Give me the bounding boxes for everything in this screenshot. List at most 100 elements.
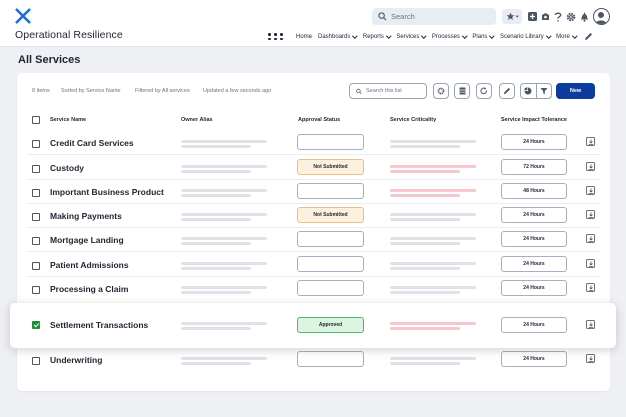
owner-alias-placeholder bbox=[181, 242, 251, 245]
nav-services[interactable]: Services bbox=[396, 33, 427, 40]
column-approval-status[interactable]: Approval Status bbox=[298, 117, 340, 123]
service-name-link[interactable]: Settlement Transactions bbox=[50, 320, 148, 330]
favorites-button[interactable] bbox=[502, 9, 522, 24]
impact-tolerance-value: 48 Hours bbox=[501, 183, 567, 199]
criticality-placeholder bbox=[390, 218, 460, 221]
item-count: 8 items bbox=[32, 88, 50, 94]
owner-alias-placeholder bbox=[181, 170, 251, 173]
row-action-button[interactable] bbox=[586, 162, 595, 171]
table-row[interactable]: Making Payments Not Submitted 24 Hours bbox=[17, 204, 610, 228]
list-search[interactable] bbox=[349, 83, 427, 99]
app-launcher-icon[interactable] bbox=[268, 33, 284, 40]
help-button[interactable] bbox=[553, 9, 563, 24]
nav-scenario-library[interactable]: Scenario Library bbox=[499, 33, 551, 40]
owner-alias-placeholder bbox=[181, 322, 267, 325]
row-action-button[interactable] bbox=[586, 320, 595, 329]
download-icon bbox=[588, 164, 593, 170]
nav-home[interactable]: Home bbox=[296, 34, 312, 40]
chevron-down-icon bbox=[352, 33, 358, 38]
row-checkbox[interactable] bbox=[32, 140, 40, 148]
row-action-button[interactable] bbox=[586, 186, 595, 195]
row-checkbox[interactable] bbox=[32, 262, 40, 270]
filter-button[interactable] bbox=[537, 84, 552, 98]
criticality-placeholder bbox=[390, 291, 460, 294]
service-name-link[interactable]: Mortgage Landing bbox=[50, 235, 124, 245]
row-checkbox[interactable] bbox=[32, 189, 40, 197]
nav-dashboards[interactable]: Dashboards bbox=[318, 33, 358, 40]
row-action-button[interactable] bbox=[586, 259, 595, 268]
new-button[interactable]: New bbox=[556, 83, 595, 99]
service-name-link[interactable]: Important Business Product bbox=[50, 187, 164, 197]
refresh-button[interactable] bbox=[476, 83, 492, 99]
row-action-button[interactable] bbox=[586, 283, 595, 292]
nav-label: Scenario Library bbox=[499, 33, 544, 40]
impact-tolerance-value: 24 Hours bbox=[501, 280, 567, 296]
service-name-link[interactable]: Credit Card Services bbox=[50, 138, 134, 148]
owner-alias-placeholder bbox=[181, 286, 267, 289]
nav-reports[interactable]: Reports bbox=[363, 33, 392, 40]
setup-button[interactable] bbox=[565, 9, 576, 24]
guidance-button[interactable] bbox=[540, 9, 550, 24]
app-logo-icon bbox=[15, 8, 31, 24]
table-row[interactable]: Patient Admissions 24 Hours bbox=[17, 253, 610, 277]
table-row[interactable]: Credit Card Services 24 Hours bbox=[17, 131, 610, 155]
column-impact-tolerance[interactable]: Service Impact Tolerance bbox=[501, 117, 567, 123]
row-action-button[interactable] bbox=[586, 137, 595, 146]
approval-status-badge bbox=[297, 183, 364, 199]
table-row[interactable]: Underwriting 24 Hours bbox=[17, 348, 610, 372]
add-button[interactable] bbox=[527, 9, 537, 24]
nav-plans[interactable]: Plans bbox=[472, 33, 495, 40]
row-checkbox[interactable] bbox=[32, 213, 40, 221]
edit-nav-icon[interactable] bbox=[584, 32, 593, 41]
table-row[interactable]: Mortgage Landing 24 Hours bbox=[17, 228, 610, 252]
service-name-link[interactable]: Patient Admissions bbox=[50, 260, 129, 270]
row-checkbox-checked[interactable] bbox=[32, 321, 40, 329]
service-name-link[interactable]: Processing a Claim bbox=[50, 284, 128, 294]
column-owner-alias[interactable]: Owner Alias bbox=[181, 117, 213, 123]
download-icon bbox=[588, 236, 593, 242]
row-action-button[interactable] bbox=[586, 354, 595, 363]
owner-alias-placeholder bbox=[181, 218, 251, 221]
service-name-link[interactable]: Custody bbox=[50, 163, 84, 173]
chevron-down-icon bbox=[489, 33, 495, 38]
table-row-selected[interactable]: Settlement Transactions Approved 24 Hour… bbox=[10, 303, 616, 348]
search-icon bbox=[356, 88, 362, 94]
bell-icon bbox=[580, 12, 588, 22]
approval-status-badge: Not Submitted bbox=[297, 159, 364, 175]
column-service-name[interactable]: Service Name bbox=[50, 117, 86, 123]
row-checkbox[interactable] bbox=[32, 286, 40, 294]
filter-icon bbox=[540, 88, 548, 95]
global-search[interactable] bbox=[372, 8, 496, 25]
select-all-checkbox[interactable] bbox=[32, 116, 40, 124]
row-checkbox[interactable] bbox=[32, 357, 40, 365]
row-action-button[interactable] bbox=[586, 210, 595, 219]
gear-icon bbox=[566, 12, 575, 21]
table-row[interactable]: Custody Not Submitted 72 Hours bbox=[17, 156, 610, 180]
list-settings-button[interactable] bbox=[433, 83, 449, 99]
row-checkbox[interactable] bbox=[32, 165, 40, 173]
display-as-button[interactable] bbox=[454, 83, 470, 99]
service-name-link[interactable]: Making Payments bbox=[50, 211, 122, 221]
search-input[interactable] bbox=[391, 12, 491, 21]
service-name-link[interactable]: Underwriting bbox=[50, 355, 102, 365]
page-title: All Services bbox=[18, 54, 81, 66]
criticality-placeholder bbox=[390, 194, 460, 197]
nav-label: Processes bbox=[431, 33, 460, 40]
notifications-button[interactable] bbox=[579, 9, 589, 24]
impact-tolerance-value: 24 Hours bbox=[501, 256, 567, 272]
download-icon bbox=[588, 261, 593, 267]
criticality-placeholder bbox=[390, 165, 476, 168]
row-action-button[interactable] bbox=[586, 234, 595, 243]
list-search-input[interactable] bbox=[366, 88, 426, 94]
table-row[interactable]: Processing a Claim 24 Hours bbox=[17, 277, 610, 301]
chart-button[interactable] bbox=[521, 84, 537, 98]
download-icon bbox=[588, 139, 593, 145]
nav-processes[interactable]: Processes bbox=[431, 33, 468, 40]
table-row[interactable]: Important Business Product 48 Hours bbox=[17, 180, 610, 204]
inline-edit-button[interactable] bbox=[499, 83, 515, 99]
row-checkbox[interactable] bbox=[32, 237, 40, 245]
nav-more[interactable]: More bbox=[556, 33, 578, 40]
column-service-criticality[interactable]: Service Criticality bbox=[390, 117, 436, 123]
sort-info: Sorted by Service Name bbox=[61, 88, 121, 94]
avatar[interactable] bbox=[593, 8, 610, 25]
